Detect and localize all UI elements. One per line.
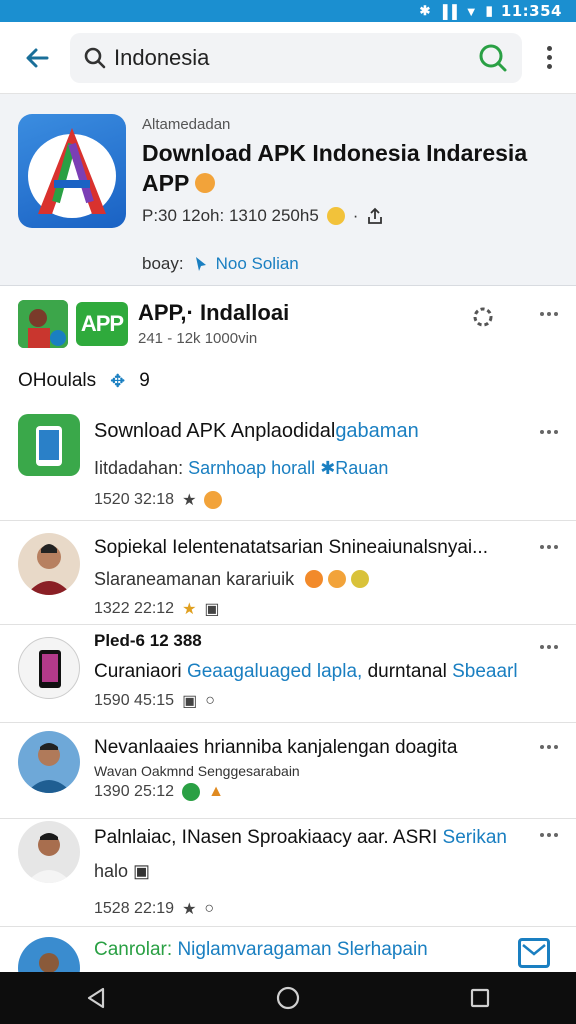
square-recents-icon xyxy=(470,988,490,1008)
avatar xyxy=(18,533,80,595)
post-subtitle: Slaraneamanan karariuik xyxy=(94,569,534,590)
featured-result[interactable]: Altamedadan Download APK Indonesia Indar… xyxy=(0,94,576,286)
post-title[interactable]: Canrolar: Niglamvaragaman Slerhapain xyxy=(94,939,534,961)
gift-icon: ▣ xyxy=(182,693,198,710)
overflow-menu-button[interactable] xyxy=(534,35,564,81)
post-title[interactable]: Curaniaori Geaagaluaged lapla, durntanal… xyxy=(94,661,534,683)
list-item[interactable]: Pled-6 12 388 Curaniaori Geaagaluaged la… xyxy=(0,625,576,723)
bluetooth-icon: ✱ xyxy=(419,3,431,18)
mail-icon[interactable] xyxy=(518,938,550,968)
list-item[interactable]: Nevanlaaies hrianniba kanjalengan doagit… xyxy=(0,723,576,819)
nav-back-button[interactable] xyxy=(66,978,126,1018)
filter-label: OHoulals xyxy=(18,370,97,391)
section-header[interactable]: APP APP,· Indalloai 241 - 12k 1000vin xyxy=(0,286,576,356)
post-title[interactable]: Palnlaiac, INasen Sproakiaacy aar. ASRI … xyxy=(94,827,534,849)
list-item[interactable]: Sownload APK Anplaodidalgabaman Iitdadah… xyxy=(0,404,576,521)
cursor-arrow-icon xyxy=(195,257,206,271)
avatar xyxy=(18,731,80,793)
emoji-icon xyxy=(195,173,216,193)
loading-icon[interactable] xyxy=(470,304,496,330)
search-icon xyxy=(84,47,106,68)
search-input[interactable] xyxy=(114,44,476,71)
top-bar xyxy=(0,22,576,94)
feature-link-row[interactable]: boay: Noo Solian xyxy=(142,254,299,274)
post-meta: 1520 32:18 ★ xyxy=(94,490,223,510)
app-logo xyxy=(18,114,126,228)
avatar xyxy=(18,637,80,699)
feature-title[interactable]: Download APK Indonesia Indaresia APP xyxy=(142,138,542,198)
app-badge-icon: APP xyxy=(76,302,128,346)
image-icon: ▣ xyxy=(133,861,151,881)
pin-icon: ★ xyxy=(182,901,197,918)
post-subtitle: Iitdadahan: Sarnhoap horall ✱Rauan xyxy=(94,458,389,478)
triangle-back-icon xyxy=(87,987,105,1009)
post-meta: 1390 25:12 ▲ xyxy=(94,783,224,801)
search-box[interactable] xyxy=(70,32,522,83)
circle-home-icon xyxy=(276,986,300,1010)
list-item[interactable]: Canrolar: Niglamvaragaman Slerhapain xyxy=(0,927,576,972)
more-options-icon[interactable] xyxy=(540,312,558,316)
signal-icon: ▐▐ xyxy=(438,3,457,19)
search-submit-icon[interactable] xyxy=(476,41,510,75)
post-subtitle: Wavan Oakmnd Senggesarabain xyxy=(94,763,300,779)
emoji-icon xyxy=(204,491,223,509)
more-options-icon[interactable] xyxy=(540,430,558,434)
clock-icon: ○ xyxy=(205,692,215,709)
emoji-icon xyxy=(326,207,345,225)
wifi-icon: ▼ xyxy=(464,3,478,19)
feature-source-label: Altamedadan xyxy=(142,116,231,133)
post-title[interactable]: Sopiekal Ielentenatatsarian Snineaiunals… xyxy=(94,537,534,559)
list-item[interactable]: Sopiekal Ielentenatatsarian Snineaiunals… xyxy=(0,521,576,625)
post-meta: 1590 45:15 ▣ ○ xyxy=(94,692,215,710)
filter-count: 9 xyxy=(139,370,150,391)
more-options-icon[interactable] xyxy=(540,545,558,549)
emoji-icon xyxy=(305,570,324,588)
emoji-icon xyxy=(328,570,347,588)
clock-icon: ○ xyxy=(204,900,215,917)
feature-link[interactable]: Noo Solian xyxy=(216,254,299,274)
section-title: APP,· Indalloai xyxy=(138,300,290,325)
more-options-icon[interactable] xyxy=(540,645,558,649)
avatar xyxy=(18,821,80,883)
star-icon: ★ xyxy=(182,601,197,618)
post-meta: 1528 22:19 ★ ○ xyxy=(94,900,215,918)
app-icon xyxy=(18,414,80,476)
nav-home-button[interactable] xyxy=(258,978,318,1018)
thumbs-up-icon: ▲ xyxy=(208,783,224,800)
filter-row[interactable]: OHoulals ✥ 9 xyxy=(18,370,150,392)
pin-icon: ★ xyxy=(182,492,197,509)
app-thumbnail xyxy=(18,300,68,348)
post-title[interactable]: Sownload APK Anplaodidalgabaman xyxy=(94,420,534,443)
list-item[interactable]: Palnlaiac, INasen Sproakiaacy aar. ASRI … xyxy=(0,819,576,927)
more-options-icon[interactable] xyxy=(540,745,558,749)
feature-meta: P:30 12oh: 1310 250h5 · xyxy=(142,206,384,226)
avatar xyxy=(18,937,80,972)
post-subtitle: halo ▣ xyxy=(94,861,151,881)
post-meta: 1322 22:12 ★ ▣ xyxy=(94,600,220,618)
move-icon: ✥ xyxy=(110,370,126,391)
post-title[interactable]: Nevanlaaies hrianniba kanjalengan doagit… xyxy=(94,737,534,759)
share-icon[interactable] xyxy=(366,207,384,225)
section-subtitle: 241 - 12k 1000vin xyxy=(138,330,258,347)
system-nav-bar xyxy=(0,972,576,1024)
back-button[interactable] xyxy=(14,35,60,81)
arrow-left-icon xyxy=(26,48,49,67)
post-heading: Pled-6 12 388 xyxy=(94,631,202,650)
battery-icon: ▮ xyxy=(485,3,493,18)
emoji-icon xyxy=(351,570,370,588)
more-options-icon[interactable] xyxy=(540,833,558,837)
status-time: 11:354 xyxy=(500,2,562,20)
status-bar: ✱ ▐▐ ▼ ▮ 11:354 xyxy=(0,0,576,22)
play-icon xyxy=(182,783,201,801)
attachment-icon: ▣ xyxy=(204,601,220,618)
nav-recents-button[interactable] xyxy=(450,978,510,1018)
